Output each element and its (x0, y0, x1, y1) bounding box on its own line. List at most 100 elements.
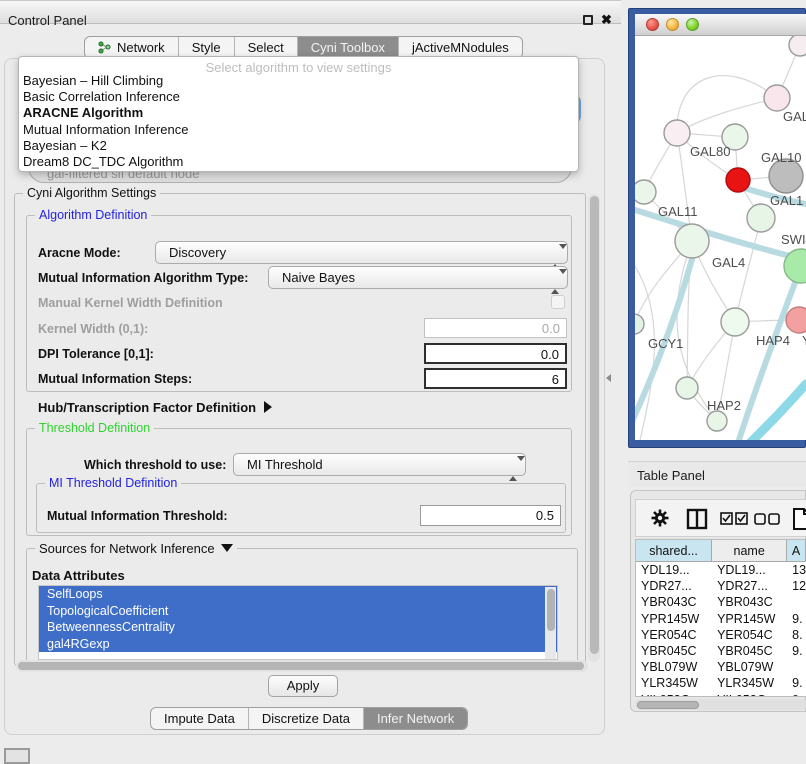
algorithm-menu-item[interactable]: Dream8 DC_TDC Algorithm (19, 154, 578, 170)
table-cell: 8. (787, 627, 806, 643)
table-row[interactable]: YDL19...YDL19...13 (636, 562, 806, 578)
algorithm-menu-item[interactable]: Mutual Information Inference (19, 122, 578, 138)
mi-threshold-field[interactable]: 0.5 (420, 505, 561, 526)
select-all-checkboxes-icon[interactable] (720, 512, 748, 525)
mi-algorithm-type-combo[interactable]: Naive Bayes (268, 266, 568, 289)
splitter-handle-icon[interactable] (606, 374, 611, 382)
node-gal11[interactable] (635, 180, 656, 204)
node-gal80[interactable] (664, 120, 690, 146)
chevron-right-icon (264, 401, 272, 413)
tab-jactivemnodules[interactable]: jActiveMNodules (399, 37, 522, 58)
aracne-mode-combo[interactable]: Discovery (155, 241, 568, 264)
table-row[interactable]: YBL079WYBL079W (636, 659, 806, 675)
data-attribute-item[interactable]: BetweennessCentrality (39, 619, 557, 636)
tab-discretize-data[interactable]: Discretize Data (249, 708, 364, 729)
node-label: HAP4 (756, 333, 790, 348)
apply-button[interactable]: Apply (268, 675, 338, 697)
node-label: HAP2 (707, 398, 741, 413)
mi-steps-field[interactable]: 6 (424, 368, 567, 389)
table-cell: YDL19... (712, 562, 787, 578)
table-cell: YPR145W (712, 611, 787, 627)
kernel-width-field[interactable]: 0.0 (424, 318, 567, 338)
control-panel-titlebar: Control Panel ✖ (0, 0, 621, 24)
tab-cyni-toolbox[interactable]: Cyni Toolbox (298, 37, 399, 58)
algorithm-menu-item[interactable]: Basic Correlation Inference (19, 89, 578, 105)
column-header[interactable]: shared... (636, 540, 712, 561)
table-horizontal-scrollbar[interactable] (635, 699, 806, 710)
manual-kernel-width-label: Manual Kernel Width Definition (38, 296, 223, 310)
node-gal-pink[interactable] (764, 85, 790, 111)
table-row[interactable]: YIL052CYIL052C9 (636, 692, 806, 698)
mi-steps-label: Mutual Information Steps: (38, 372, 192, 386)
node-label: GAL1 (770, 193, 803, 208)
data-attribute-item[interactable]: SelfLoops (39, 586, 557, 603)
algorithm-menu-item[interactable]: ARACNE Algorithm (19, 105, 578, 121)
network-canvas[interactable]: GALGAL80GAL10GAL1GAL11SWI4GAL4GCY1HAP4YH… (635, 36, 806, 440)
algorithm-dropdown-placeholder: Select algorithm to view settings (19, 57, 578, 73)
cyni-settings-title: Cyni Algorithm Settings (23, 186, 160, 200)
node-gcy1[interactable] (635, 314, 644, 334)
data-attribute-item[interactable]: gal4RGexp (39, 636, 557, 653)
table-panel-title: Table Panel (637, 468, 705, 483)
node-hap4[interactable] (721, 308, 749, 336)
columns-icon[interactable] (686, 508, 708, 530)
zoom-window-icon[interactable] (686, 18, 699, 31)
cyni-bottom-tabs: Impute Data Discretize Data Infer Networ… (150, 707, 468, 730)
manual-kernel-width-checkbox[interactable] (551, 295, 565, 309)
node-top-partial[interactable] (789, 36, 806, 56)
data-attribute-item[interactable]: TopologicalCoefficient (39, 603, 557, 620)
table-cell: YBL079W (712, 659, 787, 675)
algorithm-definition-title: Algorithm Definition (35, 208, 151, 222)
tab-style[interactable]: Style (179, 37, 235, 58)
algorithm-menu-item[interactable]: Bayesian – Hill Climbing (19, 73, 578, 89)
sources-toggle[interactable]: Sources for Network Inference (35, 541, 237, 556)
table-toolbar (635, 499, 806, 537)
node-hap2b[interactable] (707, 411, 727, 431)
table-cell: YLR345W (636, 675, 712, 691)
table-panel-header: Table Panel (628, 461, 806, 487)
mi-algorithm-type-label: Mutual Information Algorithm Type: (38, 271, 248, 285)
tab-network[interactable]: Network (85, 37, 179, 58)
aracne-mode-label: Aracne Mode: (38, 246, 121, 260)
close-panel-icon[interactable]: ✖ (601, 12, 612, 28)
node-hap2[interactable] (676, 377, 698, 399)
table-cell (787, 659, 806, 675)
table-row[interactable]: YBR043CYBR043C (636, 594, 806, 610)
node-red[interactable] (726, 168, 750, 192)
hub-definition-toggle[interactable]: Hub/Transcription Factor Definition (38, 400, 272, 415)
close-window-icon[interactable] (646, 18, 659, 31)
column-header[interactable]: name (712, 540, 787, 561)
algorithm-menu-list: Bayesian – Hill ClimbingBasic Correlatio… (19, 73, 578, 170)
float-panel-icon[interactable] (583, 15, 593, 25)
node-gal4[interactable] (675, 224, 709, 258)
attributes-scrollbar[interactable] (545, 587, 556, 659)
algorithm-menu-item[interactable]: Bayesian – K2 (19, 138, 578, 154)
dpi-tolerance-field[interactable]: 0.0 (424, 343, 567, 364)
clear-checkboxes-icon[interactable] (754, 513, 780, 525)
table-row[interactable]: YDR27...YDR27...12 (636, 578, 806, 594)
table-row[interactable]: YLR345WYLR345W9. (636, 675, 806, 691)
which-threshold-combo[interactable]: MI Threshold (233, 453, 526, 476)
column-header[interactable]: A (787, 540, 806, 561)
table-row[interactable]: YER054CYER054C8. (636, 627, 806, 643)
data-attributes-list: SelfLoopsTopologicalCoefficientBetweenne… (38, 585, 558, 660)
tab-impute-data[interactable]: Impute Data (151, 708, 249, 729)
kernel-width-label: Kernel Width (0,1): (38, 322, 148, 336)
table-row[interactable]: YBR045CYBR045C9. (636, 643, 806, 659)
tab-infer-network[interactable]: Infer Network (364, 708, 467, 729)
stepper-icon (551, 246, 559, 267)
document-icon[interactable] (792, 507, 806, 531)
node-salmon[interactable] (786, 307, 806, 333)
network-window-titlebar[interactable] (635, 14, 806, 36)
gear-icon[interactable] (650, 508, 670, 528)
settings-vertical-scrollbar[interactable] (588, 194, 600, 662)
table-cell: 9. (787, 611, 806, 627)
minimize-window-icon[interactable] (666, 18, 679, 31)
stepper-icon (551, 271, 559, 292)
node-label: GAL11 (658, 204, 698, 219)
settings-horizontal-scrollbar[interactable] (16, 660, 588, 672)
table-row[interactable]: YPR145WYPR145W9. (636, 611, 806, 627)
node-label: SWI4 (781, 232, 806, 247)
node-gal1[interactable] (747, 204, 775, 232)
tab-select[interactable]: Select (235, 37, 298, 58)
